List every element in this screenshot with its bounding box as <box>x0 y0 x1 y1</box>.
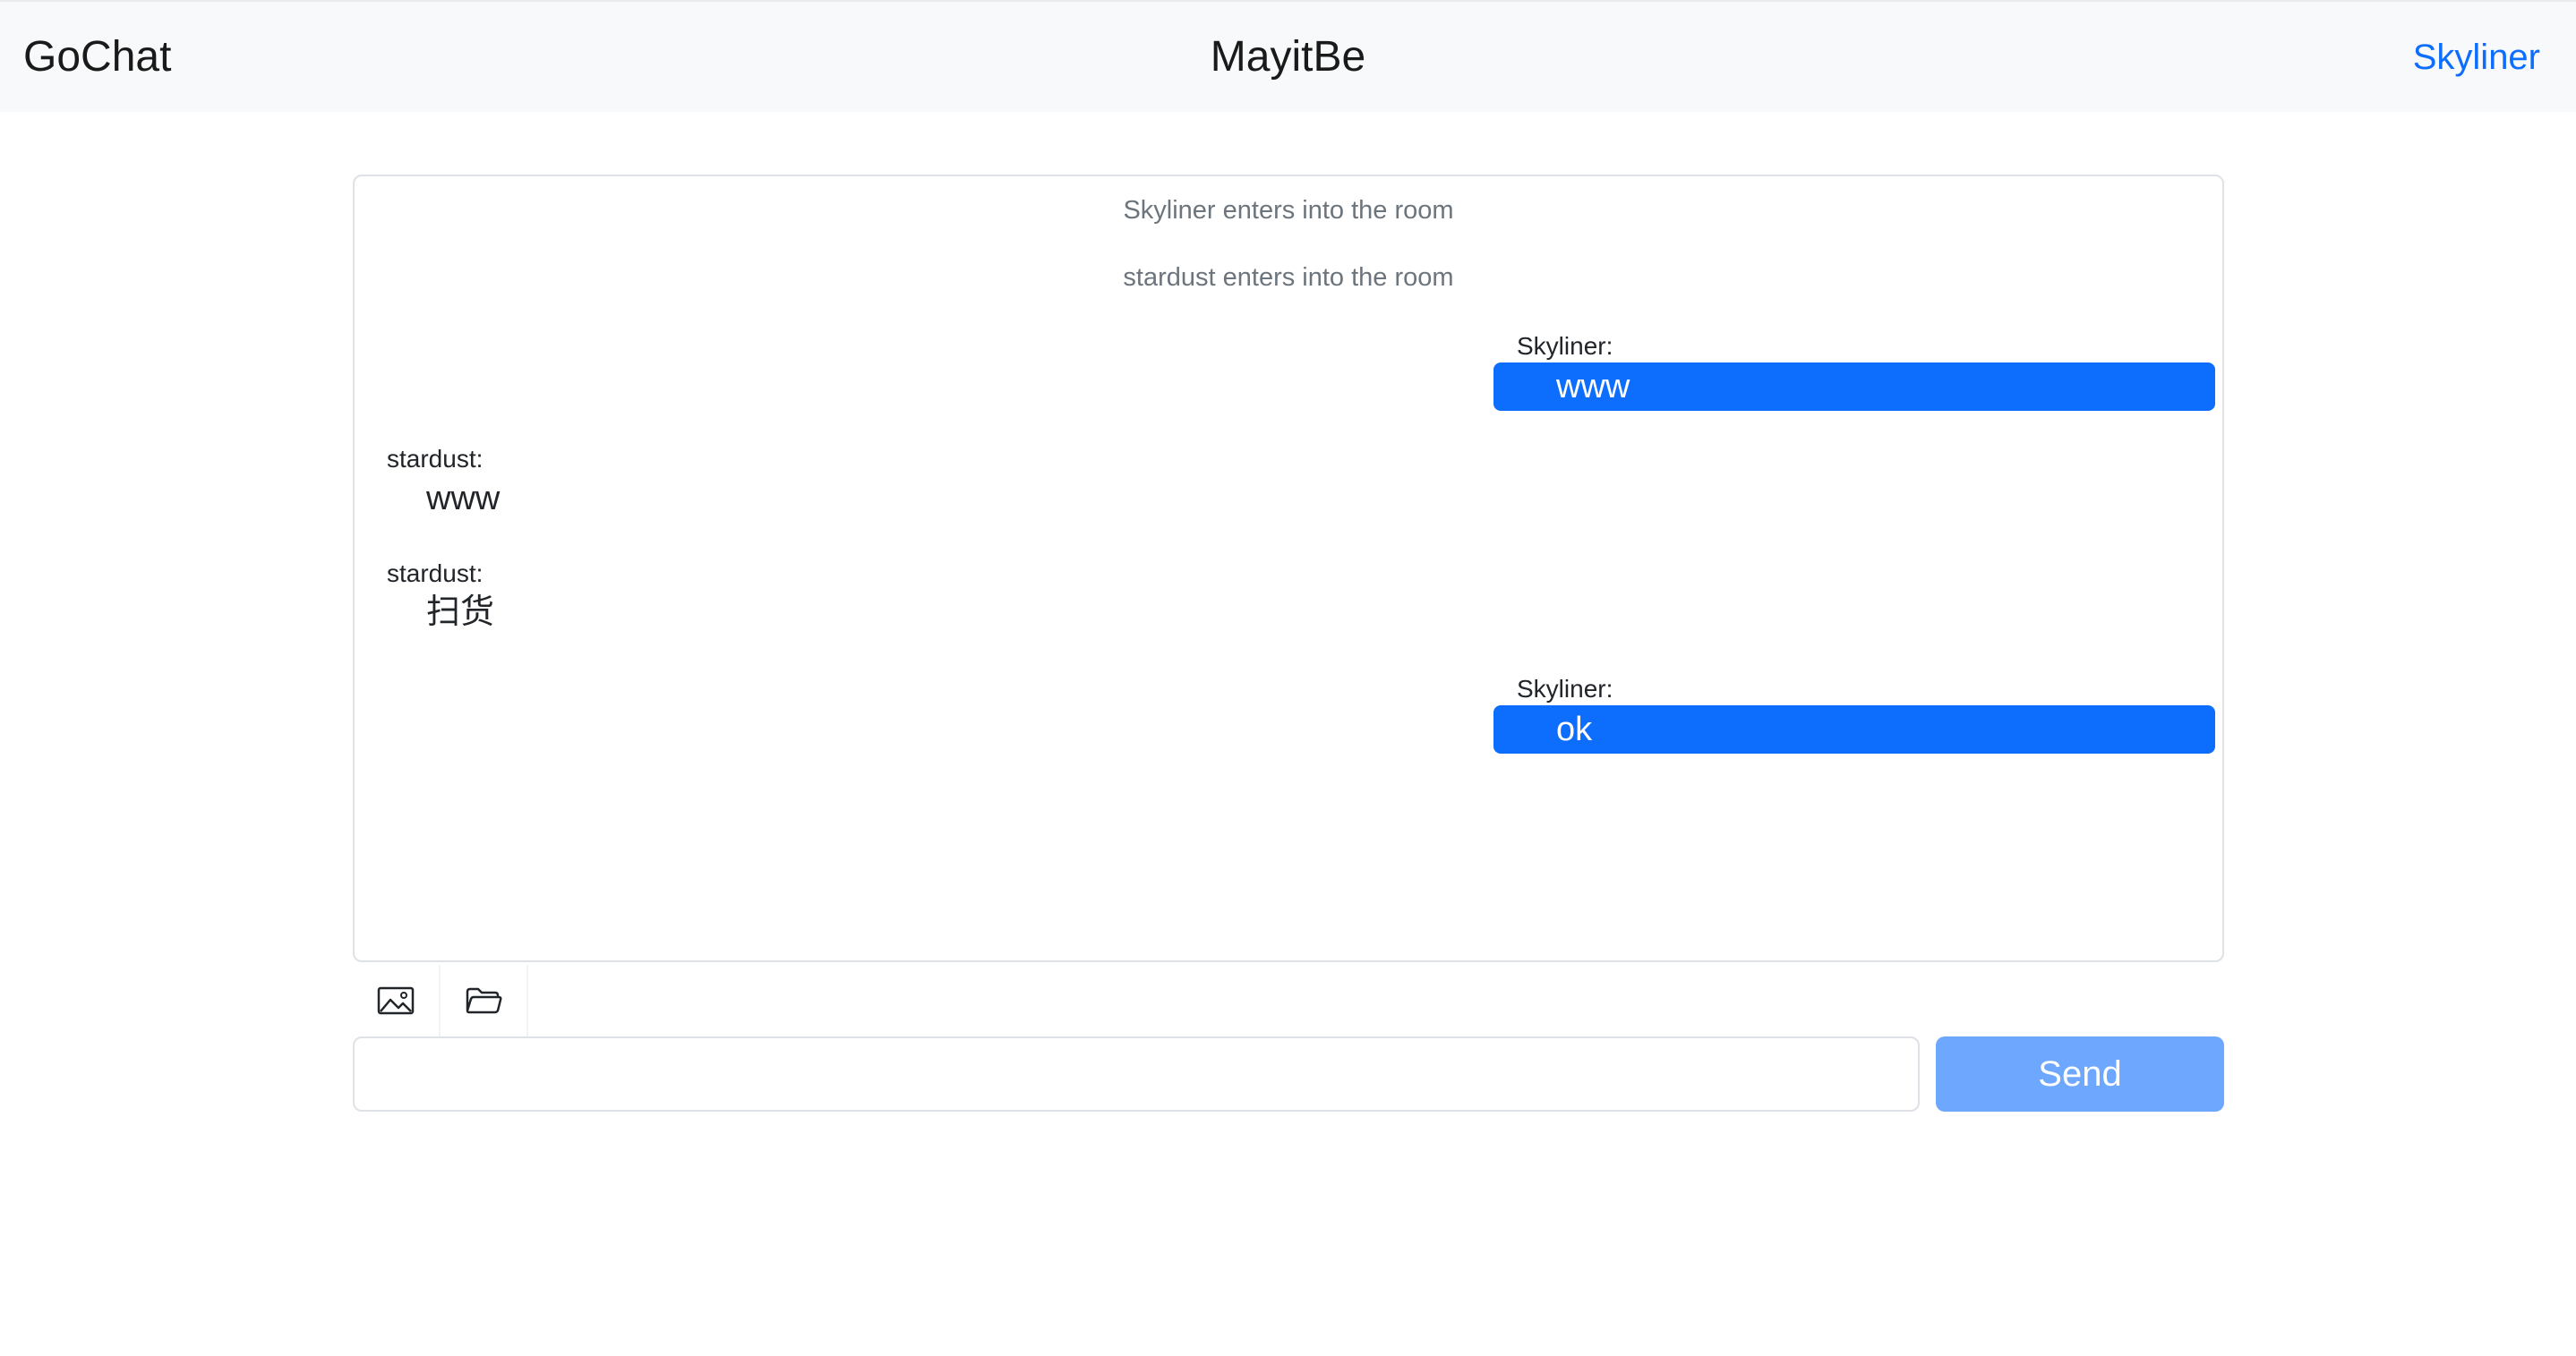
system-message: stardust enters into the room <box>1123 263 1454 292</box>
chat-messages-panel[interactable]: Skyliner enters into the room stardust e… <box>353 175 2224 962</box>
send-file-button[interactable] <box>441 965 528 1036</box>
send-button[interactable]: Send <box>1936 1036 2224 1112</box>
message-sender: Skyliner: <box>1517 675 1613 703</box>
other-message-text: www <box>426 480 501 517</box>
image-icon <box>377 986 415 1015</box>
navbar: GoChat MayitBe Skyliner <box>0 0 2576 112</box>
current-user-link[interactable]: Skyliner <box>2413 32 2540 82</box>
message-sender: Skyliner: <box>1517 332 1613 360</box>
folder-icon <box>466 987 502 1014</box>
room-title: MayitBe <box>1210 33 1366 81</box>
self-message-bubble: www <box>1493 362 2215 411</box>
send-image-button[interactable] <box>353 965 441 1036</box>
system-message: Skyliner enters into the room <box>1123 196 1454 225</box>
self-message-bubble: ok <box>1493 705 2215 754</box>
message-input[interactable] <box>353 1036 1920 1112</box>
message-sender: stardust: <box>387 445 484 473</box>
other-message-text: 扫货 <box>426 593 495 631</box>
message-sender: stardust: <box>387 559 484 587</box>
